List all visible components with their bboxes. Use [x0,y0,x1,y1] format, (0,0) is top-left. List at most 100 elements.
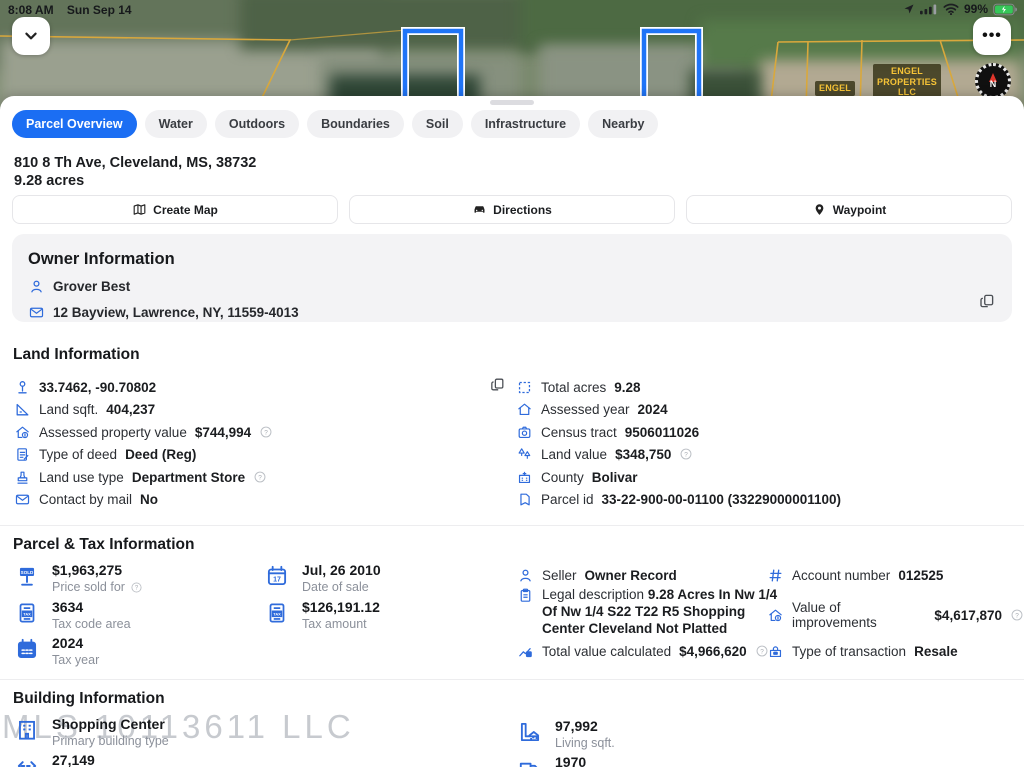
owner-address-row: 12 Bayview, Lawrence, NY, 11559-4013 [28,304,996,321]
tag-icon [516,491,533,508]
home-dollar-icon [767,607,784,624]
building-type-row: Shopping CenterPrimary building type [14,716,169,748]
trees-icon [516,446,533,463]
truck-icon [517,755,543,767]
county-row: CountyBolivar [516,466,638,488]
collapse-sheet-button[interactable] [12,17,50,55]
legal-description-row: Legal description 9.28 Acres In Nw 1/4 O… [517,586,780,637]
directions-button[interactable]: Directions [349,195,675,224]
status-bar: 8:08 AM Sun Sep 14 99% [0,0,1024,22]
mail-icon [14,491,31,508]
county-building-icon [516,469,533,486]
tab-water[interactable]: Water [145,110,207,138]
building-section-title: Building Information [13,690,165,708]
year-built-row: 1970 [517,754,586,767]
tab-infrastructure[interactable]: Infrastructure [471,110,580,138]
tab-boundaries[interactable]: Boundaries [307,110,404,138]
area-icon [14,401,31,418]
compass-button[interactable]: N [975,63,1011,99]
ellipsis-icon: ••• [982,31,1002,41]
account-number-row: Account number012525 [767,564,943,586]
battery-percent: 99% [964,2,988,16]
owner-name: Grover Best [53,279,130,294]
coordinates-row: 33.7462, -90.70802 [14,376,156,398]
land-section-title: Land Information [13,346,140,364]
info-icon[interactable] [130,581,143,594]
land-value-row: Land value$348,750 [516,443,693,465]
stamp-icon [14,469,31,486]
perimeter-arrows-icon [14,753,40,767]
chevron-down-icon [20,25,42,47]
owner-name-row: Grover Best [28,278,996,295]
create-map-label: Create Map [153,203,218,217]
drag-handle[interactable] [490,100,534,105]
ruler-home-icon [517,719,543,745]
status-time: 8:08 AM [8,3,54,17]
price-sold-row: $1,963,275Price sold for [14,562,143,594]
calendar-17-icon [264,563,290,589]
sold-sign-icon [14,563,40,589]
deed-type-row: Type of deedDeed (Reg) [14,443,196,465]
building-perimeter-row: 27,149 [14,752,95,767]
waypoint-label: Waypoint [833,203,887,217]
tax-section-title: Parcel & Tax Information [13,536,194,554]
census-tract-row: Census tract9506011026 [516,421,699,443]
mail-icon [28,304,45,321]
owner-information-card: Owner Information Grover Best 12 Bayview… [12,234,1012,322]
land-sqft-row: Land sqft.404,237 [14,398,155,420]
total-value-calculated-row: Total value calculated$4,966,620 [517,640,769,662]
parcel-acreage: 9.28 acres [14,173,84,189]
tab-nearby[interactable]: Nearby [588,110,658,138]
tax-document-icon [14,600,40,626]
clipboard-icon [517,587,534,604]
waypoint-button[interactable]: Waypoint [686,195,1012,224]
home-dollar-icon [14,424,31,441]
battery-icon [993,3,1018,16]
transaction-type-row: Type of transactionResale [767,640,958,662]
copy-owner-info-icon[interactable] [978,292,996,310]
section-divider [0,679,1024,680]
contact-mail-row: Contact by mailNo [14,488,158,510]
tax-document-icon [264,600,290,626]
person-icon [517,567,534,584]
create-map-button[interactable]: Create Map [12,195,338,224]
tab-parcel-overview[interactable]: Parcel Overview [12,110,137,138]
more-options-button[interactable]: ••• [973,17,1011,55]
assessed-value-row: Assessed property value$744,994 [14,421,273,443]
info-icon[interactable] [253,470,267,484]
parcel-owner-label: ENGEL [815,81,855,96]
assessed-year-row: Assessed year2024 [516,398,668,420]
living-sqft-row: 97,992Living sqft. [517,718,615,750]
seller-row: SellerOwner Record [517,564,677,586]
owner-section-title: Owner Information [28,250,996,269]
building-icon [14,717,40,743]
deed-icon [14,446,31,463]
parcel-id-row: Parcel id33-22-900-00-01100 (33229000001… [516,488,841,510]
square-dashed-icon [516,379,533,396]
chart-lock-icon [517,643,534,660]
parcel-address: 810 8 Th Ave, Cleveland, MS, 38732 [14,155,256,171]
tab-soil[interactable]: Soil [412,110,463,138]
tab-outdoors[interactable]: Outdoors [215,110,299,138]
land-use-row: Land use typeDepartment Store [14,466,267,488]
info-icon[interactable] [679,447,693,461]
hash-icon [767,567,784,584]
selected-parcel-outline [405,31,461,101]
section-divider [0,525,1024,526]
cellular-signal-icon [920,3,938,15]
pin-icon [14,379,31,396]
calendar-icon [14,636,40,662]
info-icon[interactable] [1010,608,1024,622]
date-of-sale-row: Jul, 26 2010Date of sale [264,562,381,594]
map-icon [132,202,147,217]
tax-code-area-row: 3634Tax code area [14,599,131,631]
parcel-detail-sheet: Parcel Overview Water Outdoors Boundarie… [0,96,1024,767]
app-screen: ENGEL ENGEL PROPERTIES LLC 8:08 AM Sun S… [0,0,1024,767]
tax-amount-row: $126,191.12Tax amount [264,599,380,631]
improvements-value-row: Value of improvements$4,617,870 [767,604,1024,626]
compass-north-label: N [990,80,997,89]
person-icon [28,278,45,295]
copy-coordinates-icon[interactable] [489,376,506,393]
owner-mail-address: 12 Bayview, Lawrence, NY, 11559-4013 [53,305,299,320]
info-icon[interactable] [259,425,273,439]
